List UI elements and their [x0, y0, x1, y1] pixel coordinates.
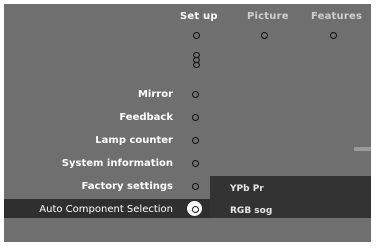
- feedback-radio-icon[interactable]: [192, 114, 199, 121]
- tab-picture-indicator-icon: [261, 32, 268, 39]
- submenu-panel: YPb Pr RGB sog: [210, 176, 371, 218]
- collapsed-item-icon: [193, 62, 200, 68]
- tab-setup-indicator-icon: [193, 32, 200, 39]
- mirror-radio-icon[interactable]: [192, 91, 199, 98]
- lamp-counter-radio-icon[interactable]: [192, 137, 199, 144]
- tab-features[interactable]: Features: [311, 11, 362, 22]
- menu-item-auto-component-selection[interactable]: Auto Component Selection: [39, 204, 173, 215]
- projector-menu-screen: Set up Picture Features YPb Pr RGB sog M…: [4, 4, 371, 242]
- system-information-radio-icon[interactable]: [192, 160, 199, 167]
- factory-settings-radio-icon[interactable]: [192, 183, 199, 190]
- selection-cursor-icon: [187, 201, 202, 216]
- menu-item-factory-settings[interactable]: Factory settings: [82, 181, 173, 192]
- submenu-option-ypbpr[interactable]: YPb Pr: [230, 184, 264, 194]
- tab-picture[interactable]: Picture: [247, 11, 289, 22]
- menu-item-lamp-counter[interactable]: Lamp counter: [95, 135, 173, 146]
- menu-item-mirror[interactable]: Mirror: [138, 89, 173, 100]
- tab-features-indicator-icon: [330, 32, 337, 39]
- menu-item-system-information[interactable]: System information: [62, 158, 173, 169]
- tab-setup[interactable]: Set up: [180, 11, 218, 22]
- submenu-option-rgb-sog[interactable]: RGB sog: [230, 206, 272, 216]
- menu-item-feedback[interactable]: Feedback: [119, 112, 173, 123]
- scroll-indicator: [354, 147, 371, 151]
